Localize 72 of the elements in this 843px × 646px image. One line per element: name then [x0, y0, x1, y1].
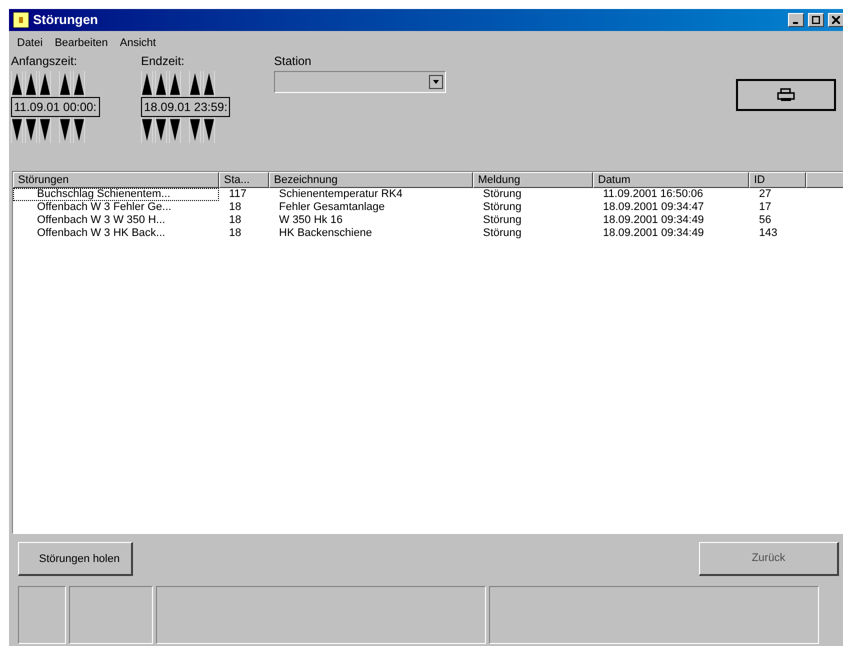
table-cell-text: 18	[228, 214, 242, 227]
station-dropdown[interactable]	[274, 71, 446, 93]
table-cell: Buchschlag Schienentem...	[13, 188, 219, 201]
menu-item[interactable]: Ansicht	[120, 34, 156, 52]
table-cell-text: Störung	[482, 227, 523, 240]
table-cell-text: HK Backenschiene	[278, 227, 373, 240]
down-arrow-icon[interactable]	[189, 117, 201, 143]
down-arrow-icon[interactable]	[39, 117, 51, 143]
table-cell-text: 11.09.2001 16:50:06	[602, 188, 704, 201]
column-header[interactable]: ID	[749, 172, 806, 188]
up-arrow-icon[interactable]	[59, 71, 71, 97]
column-header[interactable]: Meldung	[473, 172, 593, 188]
table-cell-text: Störung	[482, 214, 523, 227]
column-header[interactable]: Sta...	[219, 172, 269, 188]
table-cell-text: 18.09.2001 09:34:49	[602, 214, 705, 227]
table-cell-text: Offenbach W 3 W 350 H...	[36, 214, 166, 227]
up-arrow-icon[interactable]	[11, 71, 23, 97]
field-label: Endzeit:	[141, 53, 186, 70]
table-cell-text: 18	[228, 201, 242, 214]
minimize-button[interactable]	[788, 13, 804, 27]
table-cell-text: 18.09.2001 09:34:49	[602, 227, 705, 240]
maximize-button[interactable]	[808, 13, 824, 27]
menu-item[interactable]: Bearbeiten	[54, 34, 108, 52]
up-arrow-icon[interactable]	[39, 71, 51, 97]
table-cell-text: Offenbach W 3 Fehler Ge...	[36, 201, 172, 214]
field-label: Anfangszeit:	[11, 53, 78, 70]
menu-item[interactable]: Datei	[17, 34, 43, 52]
table-cell-text: W 350 Hk 16	[278, 214, 344, 227]
app-icon	[13, 12, 29, 28]
printer-icon	[777, 88, 795, 102]
table-cell-text: 17	[758, 201, 772, 214]
time-field[interactable]: 11.09.01 00:00:	[11, 97, 100, 117]
column-header[interactable]: Störungen	[13, 172, 219, 188]
table-cell-text: 56	[758, 214, 772, 227]
table-cell-text: Störung	[482, 201, 523, 214]
dropdown-arrow-icon	[429, 75, 443, 89]
table-cell-text: Störung	[482, 188, 523, 201]
column-header[interactable]: Datum	[593, 172, 749, 188]
time-field[interactable]: 18.09.01 23:59:	[141, 97, 230, 117]
down-arrow-icon[interactable]	[155, 117, 167, 143]
down-arrow-icon[interactable]	[59, 117, 71, 143]
down-arrow-icon[interactable]	[169, 117, 181, 143]
up-arrow-icon[interactable]	[155, 71, 167, 97]
print-button[interactable]	[736, 79, 836, 111]
table-cell-text: Offenbach W 3 HK Back...	[36, 227, 166, 240]
up-arrow-icon[interactable]	[189, 71, 201, 97]
window-title: Störungen	[33, 11, 98, 30]
table-cell-text: 27	[758, 188, 772, 201]
down-arrow-icon[interactable]	[73, 117, 85, 143]
table-cell-text: 18.09.2001 09:34:47	[602, 201, 705, 214]
up-arrow-icon[interactable]	[169, 71, 181, 97]
maximize-icon	[812, 16, 820, 24]
up-arrow-icon[interactable]	[141, 71, 153, 97]
table-cell-text: 18	[228, 227, 242, 240]
down-arrow-icon[interactable]	[203, 117, 215, 143]
table-cell-text: Fehler Gesamtanlage	[278, 201, 386, 214]
field-label: Station	[274, 53, 312, 70]
close-button[interactable]	[828, 13, 843, 27]
column-header[interactable]: Bezeichnung	[269, 172, 473, 188]
table-cell-text: 117	[228, 188, 248, 201]
up-arrow-icon[interactable]	[203, 71, 215, 97]
fetch-button[interactable]: Störungen holen	[18, 542, 133, 576]
close-icon	[832, 16, 840, 24]
up-arrow-icon[interactable]	[73, 71, 85, 97]
table-cell-text: Schienentemperatur RK4	[278, 188, 404, 201]
status-pane	[18, 586, 66, 644]
table-cell-text: 143	[758, 227, 778, 240]
up-arrow-icon[interactable]	[25, 71, 37, 97]
column-header[interactable]	[806, 172, 843, 188]
down-arrow-icon[interactable]	[141, 117, 153, 143]
down-arrow-icon[interactable]	[25, 117, 37, 143]
down-arrow-icon[interactable]	[11, 117, 23, 143]
